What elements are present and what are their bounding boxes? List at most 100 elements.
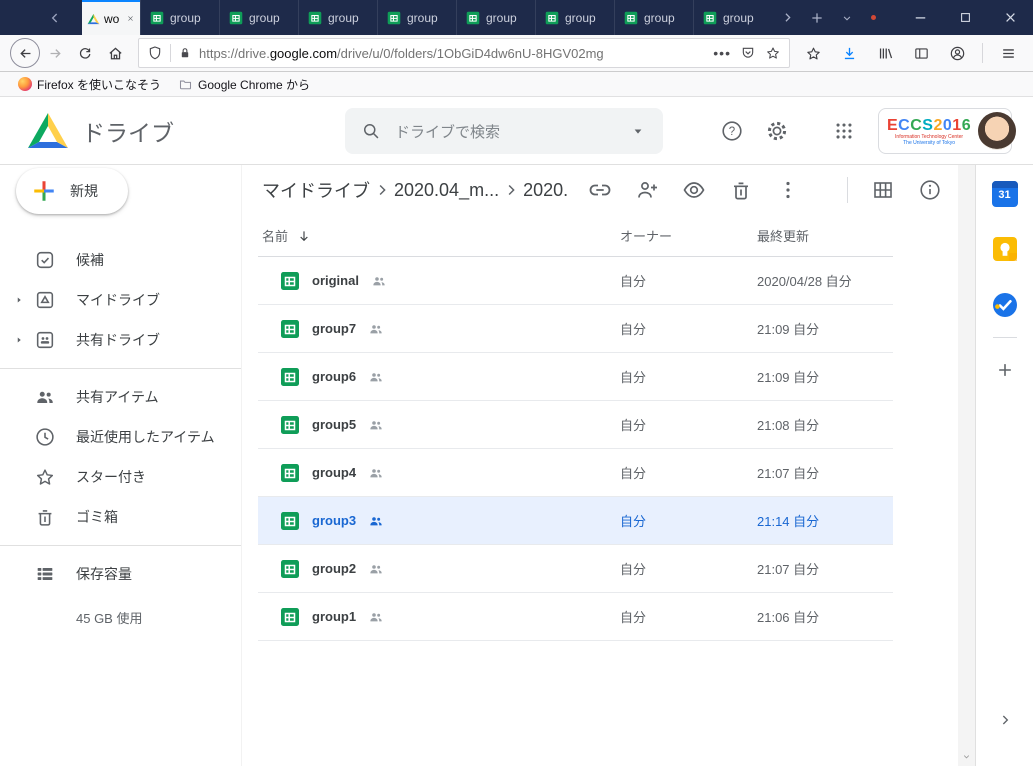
bookmark-firefox[interactable]: Firefox を使いこなそう bbox=[12, 76, 167, 93]
maximize-button[interactable] bbox=[943, 0, 988, 35]
downloads-button[interactable] bbox=[834, 38, 864, 68]
modified-cell: 21:09 自分 bbox=[757, 367, 893, 386]
get-link-icon[interactable] bbox=[588, 178, 612, 202]
sidebar-item-shared-drives[interactable]: 共有ドライブ bbox=[0, 320, 241, 360]
minimize-button[interactable] bbox=[898, 0, 943, 35]
tab-drive[interactable]: wo bbox=[82, 0, 140, 35]
bookmark-star-icon[interactable] bbox=[765, 45, 781, 61]
breadcrumb-folder-parent[interactable]: 2020.04_m... bbox=[394, 180, 499, 201]
column-header-owner[interactable]: オーナー bbox=[620, 226, 757, 245]
toolbar-separator bbox=[847, 177, 848, 203]
table-row[interactable]: group2 自分 21:07 自分 bbox=[258, 545, 893, 593]
scroll-up-icon[interactable] bbox=[961, 169, 972, 180]
sidebar-item-shared-with-me[interactable]: 共有アイテム bbox=[0, 377, 241, 417]
side-panel-divider bbox=[993, 337, 1017, 338]
expand-chevron-icon[interactable] bbox=[13, 334, 25, 346]
breadcrumb: マイドライブ 2020.04_m... 2020. bbox=[242, 165, 958, 215]
owner-cell: 自分 bbox=[620, 319, 757, 338]
browser-window: wo group group group group group group g… bbox=[0, 0, 1033, 766]
tab-group-sheet[interactable]: group bbox=[456, 0, 535, 35]
account-badge[interactable]: ECCS2016 Information Technology Center T… bbox=[878, 108, 1012, 154]
google-apps-grid-button[interactable] bbox=[824, 111, 864, 151]
breadcrumb-folder-current[interactable]: 2020. bbox=[523, 180, 568, 201]
sidebar-item-starred[interactable]: スター付き bbox=[0, 457, 241, 497]
url-text[interactable]: https://drive.google.com/drive/u/0/folde… bbox=[199, 46, 706, 61]
sidebar-item-my-drive[interactable]: マイドライブ bbox=[0, 280, 241, 320]
more-actions-icon[interactable] bbox=[776, 178, 800, 202]
sidebar-item-trash[interactable]: ゴミ箱 bbox=[0, 497, 241, 537]
scroll-down-icon[interactable] bbox=[961, 751, 972, 762]
tasks-icon[interactable] bbox=[992, 292, 1018, 318]
scroll-tabs-right-button[interactable] bbox=[772, 0, 802, 35]
get-add-ons-plus-icon[interactable] bbox=[995, 360, 1015, 380]
reload-button[interactable] bbox=[70, 38, 100, 68]
share-person-add-icon[interactable] bbox=[635, 178, 659, 202]
library-button[interactable] bbox=[870, 38, 900, 68]
tab-group-sheet[interactable]: group bbox=[377, 0, 456, 35]
modified-cell: 21:08 自分 bbox=[757, 415, 893, 434]
list-all-tabs-button[interactable] bbox=[832, 0, 862, 35]
tab-group-sheet[interactable]: group bbox=[298, 0, 377, 35]
pocket-icon[interactable] bbox=[740, 45, 756, 61]
table-row[interactable]: group5 自分 21:08 自分 bbox=[258, 401, 893, 449]
page-actions-icon[interactable]: ••• bbox=[713, 45, 731, 61]
tab-group-sheet[interactable]: group bbox=[693, 0, 772, 35]
search-options-chevron-icon[interactable] bbox=[629, 122, 647, 140]
scroll-tabs-left-button[interactable] bbox=[42, 0, 68, 35]
collections-star-button[interactable] bbox=[798, 38, 828, 68]
tab-group-sheet[interactable]: group bbox=[219, 0, 298, 35]
table-row-selected[interactable]: group3 自分 21:14 自分 bbox=[258, 497, 893, 545]
sidebars-button[interactable] bbox=[906, 38, 936, 68]
tab-group-sheet[interactable]: group bbox=[614, 0, 693, 35]
sheets-file-icon bbox=[280, 607, 300, 627]
menu-button[interactable] bbox=[993, 38, 1023, 68]
details-info-icon[interactable] bbox=[918, 178, 942, 202]
drive-logo-home[interactable]: ドライブ bbox=[26, 111, 174, 150]
back-button[interactable] bbox=[10, 38, 40, 68]
sidebar-item-recent[interactable]: 最近使用したアイテム bbox=[0, 417, 241, 457]
table-row[interactable]: group1 自分 21:06 自分 bbox=[258, 593, 893, 641]
sidebar-item-storage[interactable]: 保存容量 bbox=[0, 554, 241, 594]
table-row[interactable]: group7 自分 21:09 自分 bbox=[258, 305, 893, 353]
keep-icon[interactable] bbox=[992, 236, 1018, 262]
scrollbar[interactable] bbox=[958, 165, 975, 766]
sheets-favicon bbox=[150, 11, 164, 25]
breadcrumb-my-drive[interactable]: マイドライブ bbox=[262, 177, 370, 203]
forward-button[interactable] bbox=[40, 38, 70, 68]
sidebar-item-priority[interactable]: 候補 bbox=[0, 240, 241, 280]
tab-group-sheet[interactable]: group bbox=[535, 0, 614, 35]
table-row[interactable]: group4 自分 21:07 自分 bbox=[258, 449, 893, 497]
expand-chevron-icon[interactable] bbox=[13, 294, 25, 306]
eccs-logo: ECCS2016 Information Technology Center T… bbox=[887, 117, 971, 146]
grid-view-icon[interactable] bbox=[871, 178, 895, 202]
column-header-name[interactable]: 名前 bbox=[258, 226, 620, 245]
search-icon[interactable] bbox=[361, 121, 381, 141]
hide-side-panel-chevron-icon[interactable] bbox=[997, 712, 1013, 728]
remove-trash-icon[interactable] bbox=[729, 178, 753, 202]
close-tab-icon[interactable] bbox=[126, 14, 135, 23]
preview-eye-icon[interactable] bbox=[682, 178, 706, 202]
account-button[interactable] bbox=[942, 38, 972, 68]
tracking-protection-shield-icon[interactable] bbox=[147, 45, 163, 61]
search-input[interactable]: ドライブで検索 bbox=[345, 108, 663, 154]
calendar-icon[interactable]: 31 bbox=[992, 181, 1018, 207]
sort-descending-icon[interactable] bbox=[296, 228, 312, 244]
tab-group-sheet[interactable]: group bbox=[140, 0, 219, 35]
tab-bar: wo group group group group group group g… bbox=[0, 0, 1033, 35]
table-row[interactable]: original 自分 2020/04/28 自分 bbox=[258, 257, 893, 305]
url-bar[interactable]: https://drive.google.com/drive/u/0/folde… bbox=[138, 38, 790, 68]
lock-icon[interactable] bbox=[178, 46, 192, 60]
avatar[interactable] bbox=[978, 112, 1016, 150]
owner-cell: 自分 bbox=[620, 271, 757, 290]
new-button[interactable]: 新規 bbox=[16, 168, 128, 214]
settings-gear-button[interactable] bbox=[757, 111, 797, 151]
table-row[interactable]: group6 自分 21:09 自分 bbox=[258, 353, 893, 401]
owner-cell: 自分 bbox=[620, 559, 757, 578]
shared-people-icon bbox=[368, 465, 384, 481]
help-button[interactable] bbox=[712, 111, 752, 151]
new-tab-button[interactable] bbox=[802, 0, 832, 35]
close-window-button[interactable] bbox=[988, 0, 1033, 35]
home-button[interactable] bbox=[100, 38, 130, 68]
bookmark-folder-chrome[interactable]: Google Chrome から bbox=[172, 76, 316, 93]
column-header-modified[interactable]: 最終更新 bbox=[757, 226, 893, 245]
